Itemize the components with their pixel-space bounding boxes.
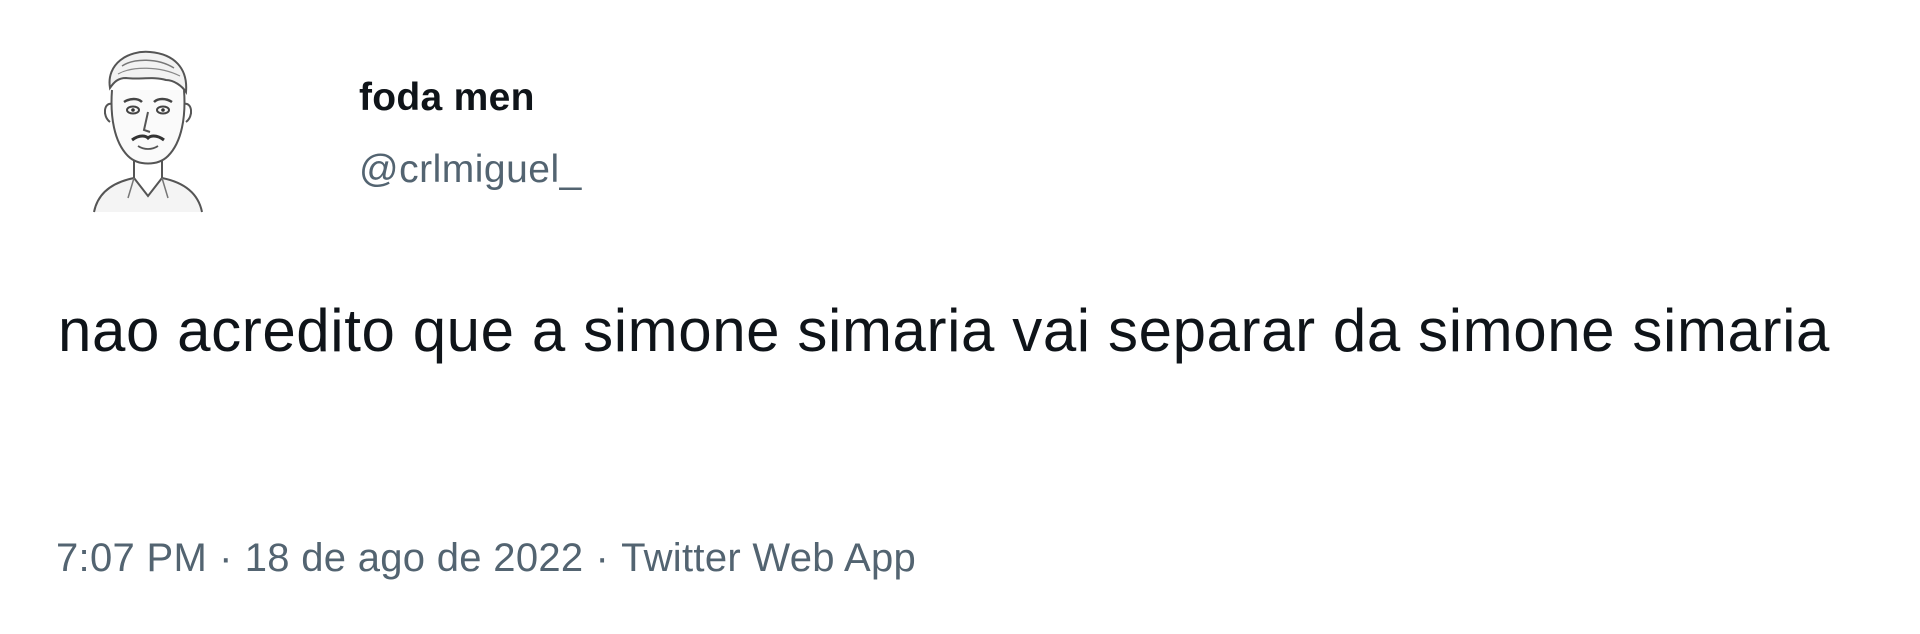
tweet-source[interactable]: Twitter Web App [621, 534, 916, 582]
tweet-date[interactable]: 18 de ago de 2022 [245, 534, 584, 582]
tweet-meta: 7:07 PM · 18 de ago de 2022 · Twitter We… [56, 534, 916, 582]
tweet-text: nao acredito que a simone simaria vai se… [58, 297, 1830, 364]
tweet-header: foda men @crlmiguel_ [88, 46, 582, 214]
meta-separator: · [219, 536, 233, 580]
sketch-portrait-icon [93, 50, 203, 213]
tweet-time[interactable]: 7:07 PM [56, 534, 207, 582]
meta-separator: · [595, 536, 610, 580]
user-handle[interactable]: @crlmiguel_ [359, 148, 582, 192]
avatar[interactable] [88, 46, 206, 214]
tweet-card: foda men @crlmiguel_ nao acredito que a … [0, 0, 1920, 634]
user-info: foda men @crlmiguel_ [359, 46, 582, 192]
display-name[interactable]: foda men [359, 76, 582, 120]
